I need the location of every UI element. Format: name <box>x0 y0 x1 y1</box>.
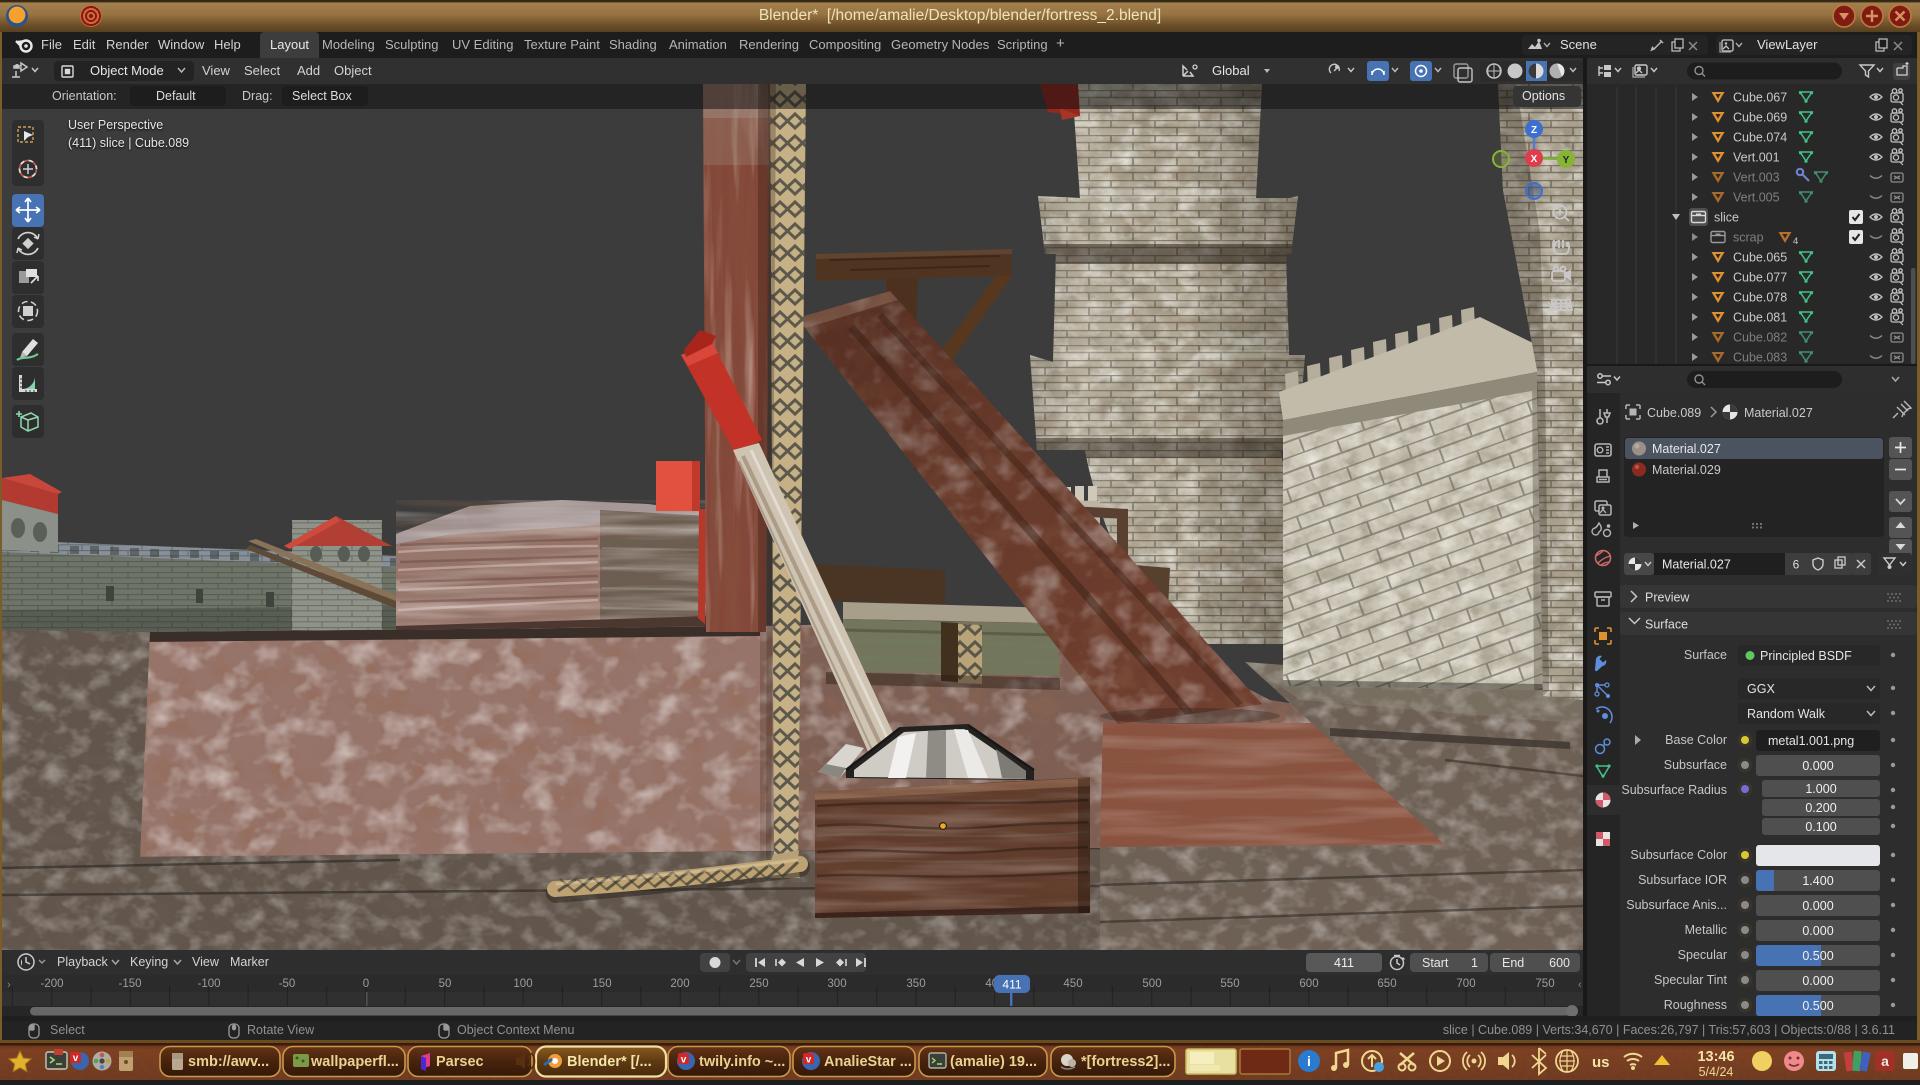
svg-text:0.200: 0.200 <box>1805 801 1836 815</box>
svg-text:350: 350 <box>906 978 925 990</box>
svg-text:scrap: scrap <box>1733 231 1764 245</box>
svg-text:Surface: Surface <box>1645 618 1688 632</box>
svg-text:6: 6 <box>1793 558 1800 572</box>
svg-text:Start: Start <box>1422 956 1449 970</box>
svg-text:Metallic: Metallic <box>1685 923 1727 937</box>
svg-text:v: v <box>73 1053 79 1064</box>
svg-text:Vert.005: Vert.005 <box>1733 191 1780 205</box>
svg-text:250: 250 <box>749 978 768 990</box>
svg-text:-100: -100 <box>197 978 220 990</box>
svg-text:smb://awv...: smb://awv... <box>188 1054 269 1070</box>
svg-text:750: 750 <box>1535 978 1554 990</box>
svg-text:Base Color: Base Color <box>1665 733 1727 747</box>
svg-text:Cube.069: Cube.069 <box>1733 111 1787 125</box>
svg-text:600: 600 <box>1549 956 1570 970</box>
svg-text:1: 1 <box>1471 956 1478 970</box>
svg-text:0.000: 0.000 <box>1802 759 1833 773</box>
svg-text:Cube.074: Cube.074 <box>1733 131 1787 145</box>
svg-text:1.400: 1.400 <box>1802 874 1833 888</box>
svg-text:View: View <box>192 955 220 969</box>
svg-text:Principled BSDF: Principled BSDF <box>1760 649 1852 663</box>
svg-text:GGX: GGX <box>1747 682 1775 696</box>
svg-text:Cube.082: Cube.082 <box>1733 331 1787 345</box>
svg-text:411: 411 <box>1334 956 1354 970</box>
svg-text:Parsec: Parsec <box>436 1054 484 1070</box>
svg-text:AnalieStar ...: AnalieStar ... <box>824 1054 912 1070</box>
svg-text:0.500: 0.500 <box>1802 949 1833 963</box>
svg-text:Surface: Surface <box>1684 648 1727 662</box>
svg-text:‹: ‹ <box>1578 979 1582 991</box>
svg-text:metal1.001.png: metal1.001.png <box>1768 734 1854 748</box>
svg-text:0.500: 0.500 <box>1802 999 1833 1013</box>
svg-text:Vert.001: Vert.001 <box>1733 151 1780 165</box>
svg-text:300: 300 <box>827 978 846 990</box>
svg-text:1.000: 1.000 <box>1805 782 1836 796</box>
svg-text:0.000: 0.000 <box>1802 899 1833 913</box>
svg-text:wallpaperfl...: wallpaperfl... <box>310 1054 399 1070</box>
svg-text:0.000: 0.000 <box>1802 974 1833 988</box>
svg-text:Subsurface: Subsurface <box>1664 758 1727 772</box>
svg-text:Material.027: Material.027 <box>1662 558 1731 572</box>
svg-text:Cube.078: Cube.078 <box>1733 291 1787 305</box>
svg-text:Marker: Marker <box>230 955 269 969</box>
svg-text:Blender* [/...: Blender* [/... <box>567 1054 652 1070</box>
svg-text:Cube.067: Cube.067 <box>1733 91 1787 105</box>
svg-text:(amalie) 19...: (amalie) 19... <box>950 1054 1037 1070</box>
svg-text:Cube.089: Cube.089 <box>1647 406 1701 420</box>
svg-text:Cube.083: Cube.083 <box>1733 351 1787 365</box>
svg-text:v: v <box>681 1055 687 1066</box>
svg-text:‹: ‹ <box>1578 126 1582 138</box>
svg-text:Cube.077: Cube.077 <box>1733 271 1787 285</box>
svg-text:twily.info ~...: twily.info ~... <box>699 1054 785 1070</box>
svg-text:Cube.081: Cube.081 <box>1733 311 1787 325</box>
svg-text:100: 100 <box>513 978 532 990</box>
svg-text:5/4/24: 5/4/24 <box>1699 1065 1734 1079</box>
svg-text:slice: slice <box>1714 211 1739 225</box>
svg-text:411: 411 <box>1002 978 1021 992</box>
svg-text:Material.029: Material.029 <box>1652 463 1721 477</box>
svg-text:Z: Z <box>1531 125 1537 136</box>
svg-text:150: 150 <box>592 978 611 990</box>
svg-text:Subsurface Radius: Subsurface Radius <box>1621 783 1727 797</box>
svg-text:-200: -200 <box>40 978 63 990</box>
svg-text:i: i <box>1307 1053 1311 1069</box>
svg-text:4: 4 <box>1793 236 1798 247</box>
svg-text:›: › <box>7 979 11 991</box>
svg-text:-50: -50 <box>279 978 296 990</box>
svg-text:Preview: Preview <box>1645 591 1690 605</box>
svg-text:X: X <box>1531 154 1538 165</box>
svg-text:Subsurface Color: Subsurface Color <box>1630 848 1727 862</box>
svg-text:Material.027: Material.027 <box>1652 442 1721 456</box>
svg-text:Subsurface IOR: Subsurface IOR <box>1638 873 1727 887</box>
svg-text:0.100: 0.100 <box>1805 820 1836 834</box>
svg-text:50: 50 <box>439 978 452 990</box>
svg-text:Playback: Playback <box>57 955 108 969</box>
svg-text:-150: -150 <box>118 978 141 990</box>
svg-text:a: a <box>1881 1053 1889 1069</box>
svg-text:Subsurface Anis...: Subsurface Anis... <box>1626 898 1727 912</box>
svg-text:450: 450 <box>1063 978 1082 990</box>
svg-text:Cube.065: Cube.065 <box>1733 251 1787 265</box>
svg-text:Y: Y <box>1563 155 1570 166</box>
svg-text:13:46: 13:46 <box>1697 1049 1734 1065</box>
svg-text:650: 650 <box>1377 978 1396 990</box>
svg-text:Random Walk: Random Walk <box>1747 707 1826 721</box>
svg-text:0: 0 <box>363 978 369 990</box>
svg-text:v: v <box>806 1055 812 1066</box>
svg-text:Roughness: Roughness <box>1664 998 1727 1012</box>
svg-text:550: 550 <box>1220 978 1239 990</box>
svg-text:Specular Tint: Specular Tint <box>1654 973 1727 987</box>
svg-text:us: us <box>1592 1054 1610 1071</box>
svg-text:Keying: Keying <box>130 955 168 969</box>
svg-text:600: 600 <box>1299 978 1318 990</box>
svg-text:Specular: Specular <box>1678 948 1727 962</box>
svg-text:200: 200 <box>670 978 689 990</box>
svg-text:Vert.003: Vert.003 <box>1733 171 1780 185</box>
svg-text:500: 500 <box>1142 978 1161 990</box>
svg-text:Material.027: Material.027 <box>1744 406 1813 420</box>
svg-text:*[fortress2]...: *[fortress2]... <box>1081 1054 1170 1070</box>
svg-text:700: 700 <box>1456 978 1475 990</box>
svg-text:0.000: 0.000 <box>1802 924 1833 938</box>
svg-text:End: End <box>1502 956 1524 970</box>
